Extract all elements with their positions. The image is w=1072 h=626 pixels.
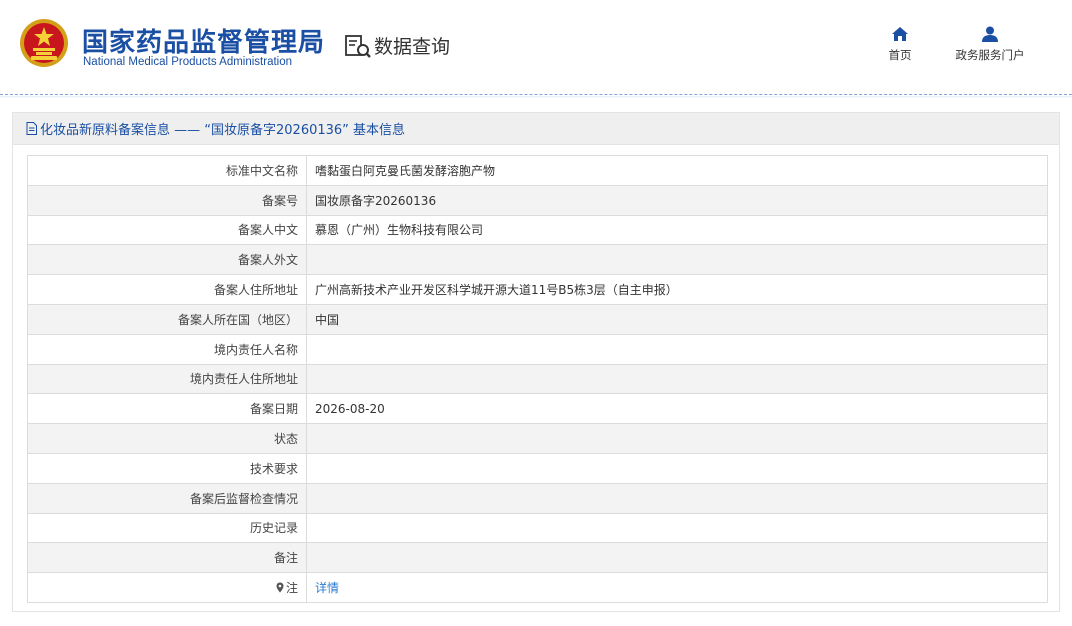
record-panel: 化妆品新原料备案信息 —— “国妆原备字20260136” 基本信息 标准中文名… <box>12 112 1060 612</box>
page-section-title: 数据查询 <box>374 36 451 58</box>
home-icon <box>892 27 908 41</box>
row-value <box>306 363 1048 395</box>
row-label: 备案后监督检查情况 <box>27 482 307 514</box>
table-row: 境内责任人名称 <box>27 333 1048 365</box>
nav-portal-label: 政务服务门户 <box>955 48 1025 62</box>
row-label: 备注 <box>27 542 307 574</box>
header-divider-shadow <box>0 96 1072 98</box>
row-value <box>306 244 1048 276</box>
table-row: 技术要求 <box>27 452 1048 484</box>
nav-portal-link[interactable]: 政务服务门户 <box>950 26 1030 63</box>
table-row: 备案日期 2026-08-20 <box>27 393 1048 425</box>
row-label: 备案人外文 <box>27 244 307 276</box>
document-icon <box>26 122 37 135</box>
row-value: 中国 <box>306 303 1048 335</box>
row-label: 备案号 <box>27 184 307 216</box>
panel-header: 化妆品新原料备案信息 —— “国妆原备字20260136” 基本信息 <box>13 113 1059 145</box>
row-label: 备案人所在国（地区） <box>27 303 307 335</box>
row-value: 广州高新技术产业开发区科学城开源大道11号B5栋3层（自主申报） <box>306 274 1048 305</box>
row-value: 2026-08-20 <box>306 393 1048 425</box>
row-value <box>306 452 1048 484</box>
row-value <box>306 333 1048 365</box>
table-row: 历史记录 <box>27 512 1048 544</box>
table-row: 境内责任人住所地址 <box>27 363 1048 395</box>
header-divider <box>0 94 1072 95</box>
table-row: 标准中文名称 嗜黏蛋白阿克曼氏菌发酵溶胞产物 <box>27 155 1048 186</box>
row-label: 历史记录 <box>27 512 307 544</box>
table-row: 备案后监督检查情况 <box>27 482 1048 514</box>
table-row: 备案人所在国（地区） 中国 <box>27 303 1048 335</box>
table-row: 备案号 国妆原备字20260136 <box>27 184 1048 216</box>
panel-title: 化妆品新原料备案信息 —— “国妆原备字20260136” 基本信息 <box>40 123 406 138</box>
user-icon <box>982 26 998 42</box>
table-row: 备案人外文 <box>27 244 1048 276</box>
row-label: 备案人中文 <box>27 214 307 246</box>
table-row: 备案人中文 慕恩（广州）生物科技有限公司 <box>27 214 1048 246</box>
table-row: 注 详情 <box>27 572 1048 603</box>
row-label: 境内责任人名称 <box>27 333 307 365</box>
row-label-note: 注 <box>27 572 307 603</box>
row-label: 备案人住所地址 <box>27 274 307 305</box>
row-value <box>306 482 1048 514</box>
nav-home-label: 首页 <box>888 48 912 62</box>
row-value <box>306 512 1048 544</box>
details-link[interactable]: 详情 <box>315 581 339 595</box>
note-label: 注 <box>285 581 298 596</box>
row-value: 慕恩（广州）生物科技有限公司 <box>306 214 1048 246</box>
nav-home-link[interactable]: 首页 <box>885 26 915 63</box>
row-value: 嗜黏蛋白阿克曼氏菌发酵溶胞产物 <box>306 155 1048 186</box>
row-label: 技术要求 <box>27 452 307 484</box>
table-row: 备注 <box>27 542 1048 574</box>
row-label: 标准中文名称 <box>27 155 307 186</box>
site-header: 国家药品监督管理局 National Medical Products Admi… <box>0 0 1072 98</box>
row-value <box>306 423 1048 454</box>
brand-title-en[interactable]: National Medical Products Administration <box>83 56 292 68</box>
row-label: 境内责任人住所地址 <box>27 363 307 395</box>
row-label: 状态 <box>27 423 307 454</box>
location-pin-icon <box>276 582 284 593</box>
table-row: 备案人住所地址 广州高新技术产业开发区科学城开源大道11号B5栋3层（自主申报） <box>27 274 1048 305</box>
table-row: 状态 <box>27 423 1048 454</box>
row-value: 详情 <box>306 572 1048 603</box>
row-label: 备案日期 <box>27 393 307 425</box>
document-search-icon <box>345 35 371 58</box>
brand-title-cn[interactable]: 国家药品监督管理局 <box>82 22 325 59</box>
national-emblem-icon[interactable] <box>19 18 69 68</box>
row-value <box>306 542 1048 574</box>
row-value: 国妆原备字20260136 <box>306 184 1048 216</box>
record-info-table: 标准中文名称 嗜黏蛋白阿克曼氏菌发酵溶胞产物 备案号 国妆原备字20260136… <box>27 155 1048 603</box>
